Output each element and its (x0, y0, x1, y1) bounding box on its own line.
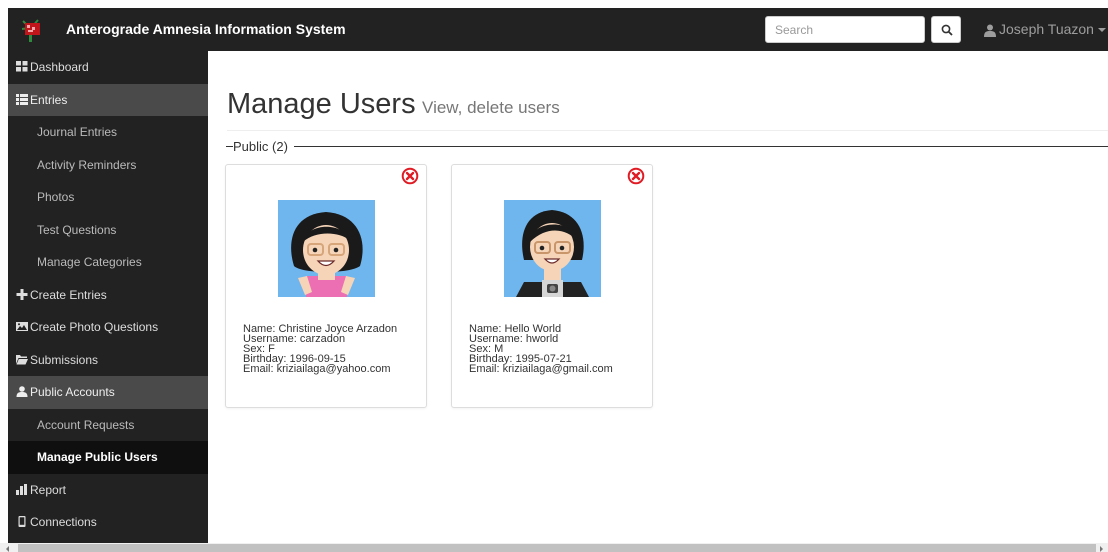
sidebar-item-label: Entries (30, 92, 68, 107)
male-cartoon-avatar (504, 200, 601, 297)
scroll-right-icon[interactable] (1100, 546, 1103, 552)
bar-chart-icon (16, 483, 28, 495)
sidebar-item-label: Create Entries (30, 287, 107, 302)
remove-circle-icon (401, 167, 419, 185)
sidebar-item-create-photo-questions[interactable]: Create Photo Questions (8, 311, 208, 344)
search-button[interactable] (931, 16, 961, 43)
sidebar-item-activity-reminders[interactable]: Activity Reminders (8, 149, 208, 182)
section-divider (226, 146, 1108, 147)
sidebar-item-label: Create Photo Questions (30, 320, 159, 334)
user-info: Name: Hello World Username: hworld Sex: … (469, 324, 613, 375)
sidebar-item-create-entries[interactable]: Create Entries (8, 279, 208, 312)
top-navbar: Anterograde Amnesia Information System J… (8, 8, 1108, 51)
user-card: Name: Hello World Username: hworld Sex: … (451, 164, 653, 408)
sidebar-item-connections[interactable]: Connections (8, 506, 208, 539)
sidebar: Dashboard Entries Journal Entries Activi… (8, 51, 208, 552)
sidebar-item-label: Account Requests (37, 417, 135, 432)
sidebar-item-submissions[interactable]: Submissions (8, 344, 208, 377)
dashboard-icon (16, 61, 28, 72)
sidebar-item-label: Public Accounts (30, 385, 115, 399)
user-info: Name: Christine Joyce Arzadon Username: … (243, 324, 397, 375)
section-legend: Public (2) (233, 139, 294, 155)
sidebar-item-label: Manage Categories (37, 255, 142, 269)
picture-icon (16, 321, 28, 332)
scroll-left-icon[interactable] (6, 546, 9, 552)
horizontal-scrollbar[interactable] (0, 543, 1108, 552)
sidebar-item-label: Test Questions (37, 222, 117, 237)
delete-user-button[interactable] (401, 167, 419, 185)
page-header: Manage Users View, delete users (227, 88, 1108, 131)
delete-user-button[interactable] (627, 167, 645, 185)
plus-icon (16, 288, 28, 300)
chevron-down-icon (1097, 28, 1106, 33)
sidebar-item-label: Dashboard (30, 60, 89, 74)
sidebar-item-public-accounts[interactable]: Public Accounts (8, 376, 208, 409)
user-dropdown[interactable]: Joseph Tuazon (984, 8, 1106, 51)
sidebar-item-label: Connections (30, 515, 97, 529)
user-email: Email: kriziailaga@yahoo.com (243, 363, 391, 375)
phone-icon (16, 516, 28, 527)
sidebar-item-report[interactable]: Report (8, 474, 208, 507)
sidebar-item-journal-entries[interactable]: Journal Entries (8, 116, 208, 149)
sidebar-item-label: Submissions (30, 352, 99, 367)
folder-open-icon (16, 354, 28, 365)
list-icon (16, 93, 28, 105)
sidebar-item-photos[interactable]: Photos (8, 181, 208, 214)
search-input[interactable] (765, 16, 925, 43)
sidebar-item-label: Activity Reminders (37, 157, 137, 172)
user-icon (984, 24, 996, 37)
page-title: Manage Users (227, 88, 416, 120)
app-title[interactable]: Anterograde Amnesia Information System (66, 8, 346, 51)
sidebar-item-label: Journal Entries (37, 125, 118, 139)
scrollbar-thumb[interactable] (18, 544, 1096, 552)
sidebar-item-manage-public-users[interactable]: Manage Public Users (8, 441, 208, 474)
sidebar-item-manage-categories[interactable]: Manage Categories (8, 246, 208, 279)
sidebar-item-label: Manage Public Users (37, 450, 158, 464)
sidebar-item-test-questions[interactable]: Test Questions (8, 214, 208, 247)
remove-circle-icon (627, 167, 645, 185)
sidebar-item-label: Report (30, 482, 67, 497)
user-icon (16, 386, 28, 397)
sidebar-item-dashboard[interactable]: Dashboard (8, 51, 208, 84)
sidebar-item-account-requests[interactable]: Account Requests (8, 409, 208, 442)
page-subtitle: View, delete users (422, 98, 560, 117)
user-name: Joseph Tuazon (999, 21, 1094, 37)
user-card: Name: Christine Joyce Arzadon Username: … (225, 164, 427, 408)
female-cartoon-avatar (278, 200, 375, 297)
search-icon (941, 24, 953, 36)
user-email: Email: kriziailaga@gmail.com (469, 363, 613, 375)
brain-tree-logo-icon[interactable] (18, 16, 45, 43)
sidebar-item-label: Photos (37, 190, 75, 204)
sidebar-item-entries[interactable]: Entries (8, 83, 208, 116)
